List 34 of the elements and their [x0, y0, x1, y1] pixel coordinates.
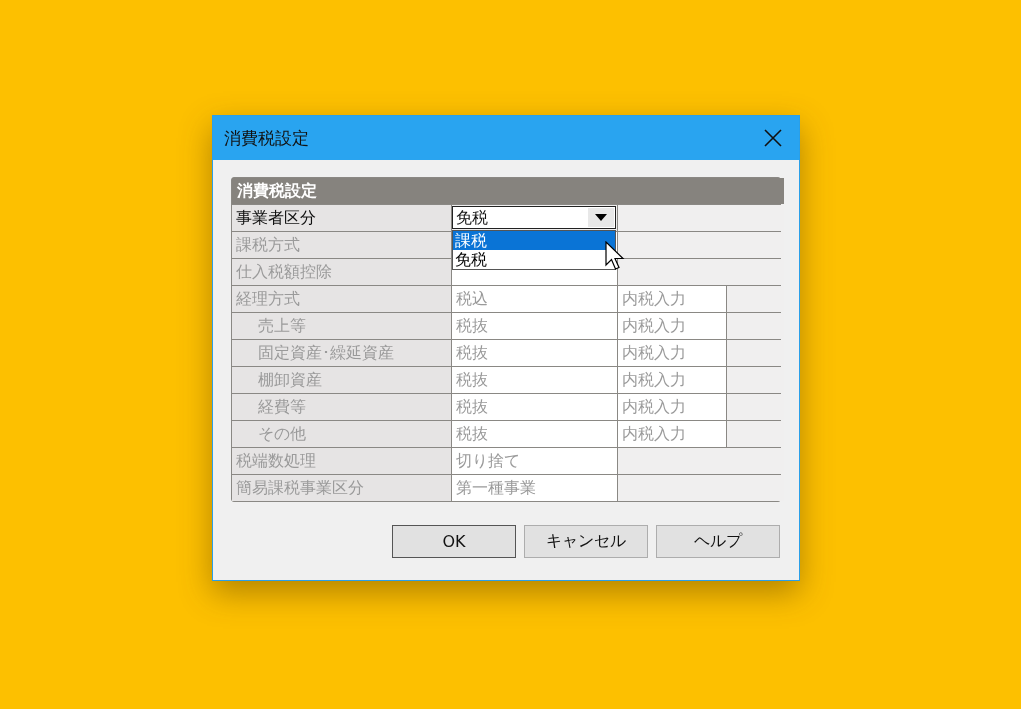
value-cell: 税込: [452, 286, 617, 312]
row-label: 課税方式: [232, 232, 451, 258]
row-label: 税端数処理: [232, 448, 451, 474]
table-cell: 内税入力: [618, 421, 726, 447]
row-label: 棚卸資産: [232, 367, 451, 393]
row-label: その他: [232, 421, 451, 447]
value-cell: 切り捨て: [452, 448, 617, 474]
dropdown-option[interactable]: 課税: [453, 231, 615, 250]
row-label: 経費等: [232, 394, 451, 420]
table-cell: 内税入力: [618, 340, 726, 366]
value-cell: 第一種事業: [452, 475, 617, 501]
table-cell: 内税入力: [618, 286, 726, 312]
value-cell: 税抜: [452, 340, 617, 366]
row-label: 事業者区分: [232, 205, 451, 231]
value-cell: 税抜: [452, 421, 617, 447]
table-header: 消費税設定: [232, 178, 784, 204]
row-label: 固定資産･繰延資産: [232, 340, 451, 366]
dialog-button[interactable]: キャンセル: [524, 525, 648, 558]
row-label: 経理方式: [232, 286, 451, 312]
value-cell: 税抜: [452, 313, 617, 339]
dialog-button[interactable]: OK: [392, 525, 516, 558]
caret-icon: [595, 214, 607, 221]
dialog-button[interactable]: ヘルプ: [656, 525, 780, 558]
row-label: 仕入税額控除: [232, 259, 451, 285]
row-label: 簡易課税事業区分: [232, 475, 451, 501]
window-title: 消費税設定: [224, 126, 309, 150]
dropdown-field[interactable]: 免税: [452, 206, 616, 229]
value-cell: 税抜: [452, 394, 617, 420]
table-cell: 内税入力: [618, 394, 726, 420]
table-cell: 内税入力: [618, 367, 726, 393]
table-cell: 内税入力: [618, 313, 726, 339]
row-label: 売上等: [232, 313, 451, 339]
value-cell: 税抜: [452, 367, 617, 393]
close-icon[interactable]: [764, 129, 782, 147]
